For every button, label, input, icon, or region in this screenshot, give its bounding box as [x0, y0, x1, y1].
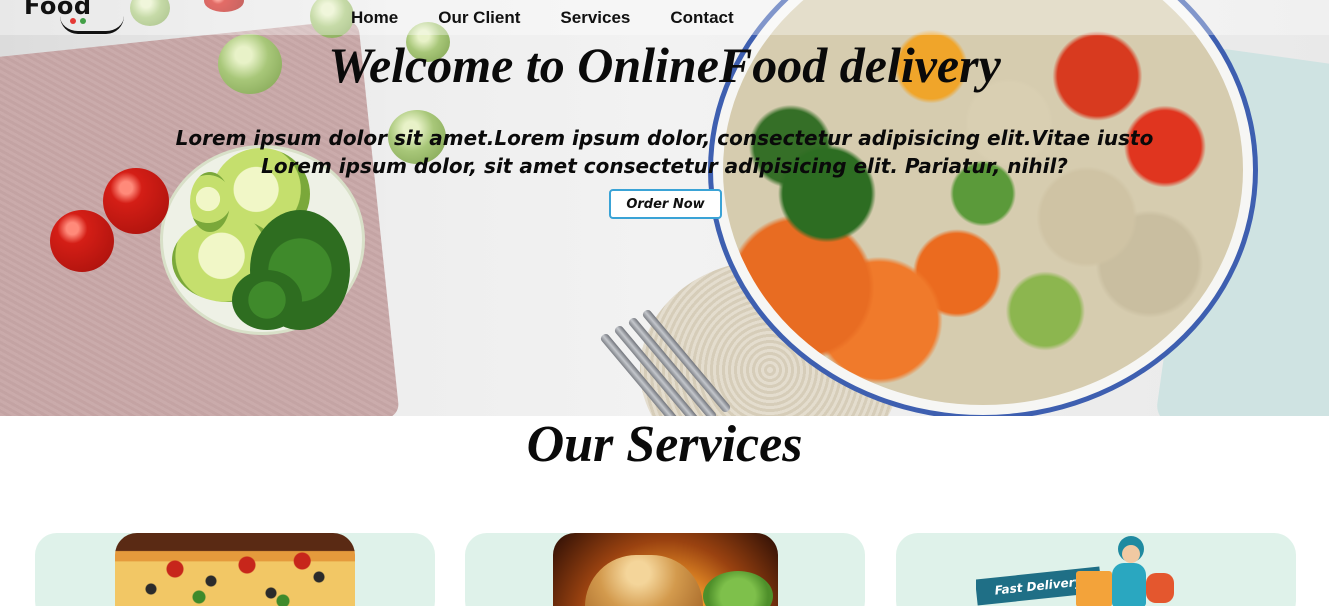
service-card-delivery[interactable]: Fast Delivery: [896, 533, 1296, 606]
scooter-icon: [1146, 573, 1174, 603]
fast-delivery-image: Fast Delivery: [976, 533, 1176, 606]
tomato: [50, 210, 114, 272]
hero-description-line-1: Lorem ipsum dolor sit amet.Lorem ipsum d…: [175, 126, 1154, 150]
parsley: [232, 270, 302, 330]
hero-title: Welcome to OnlineFood delivery: [328, 37, 1001, 93]
order-now-button[interactable]: Order Now: [609, 189, 722, 219]
burger-image: [553, 533, 778, 606]
hero-description: Lorem ipsum dolor sit amet.Lorem ipsum d…: [0, 124, 1329, 180]
service-card-pizza[interactable]: [35, 533, 435, 606]
logo-dot-icon: [80, 18, 86, 24]
rider-body: [1112, 563, 1146, 606]
top-navigation-bar: Food Home Our Client Services Contact: [0, 0, 1329, 35]
site-logo[interactable]: Food: [20, 0, 140, 36]
nav-link-services[interactable]: Services: [560, 8, 630, 28]
logo-dot-icon: [70, 18, 76, 24]
burger-bun: [585, 555, 703, 606]
nav-link-home[interactable]: Home: [351, 8, 398, 28]
main-nav: Home Our Client Services Contact: [351, 8, 734, 28]
delivery-box-icon: [1076, 571, 1112, 606]
hero-description-line-2: Lorem ipsum dolor, sit amet consectetur …: [261, 154, 1068, 178]
service-card-burger[interactable]: [465, 533, 865, 606]
rider-face: [1122, 545, 1140, 563]
nav-link-contact[interactable]: Contact: [670, 8, 733, 28]
nav-link-our-client[interactable]: Our Client: [438, 8, 520, 28]
lime-slice: [190, 172, 230, 232]
lettuce: [703, 571, 773, 606]
services-title: Our Services: [526, 416, 803, 473]
pizza-image: [115, 533, 355, 606]
